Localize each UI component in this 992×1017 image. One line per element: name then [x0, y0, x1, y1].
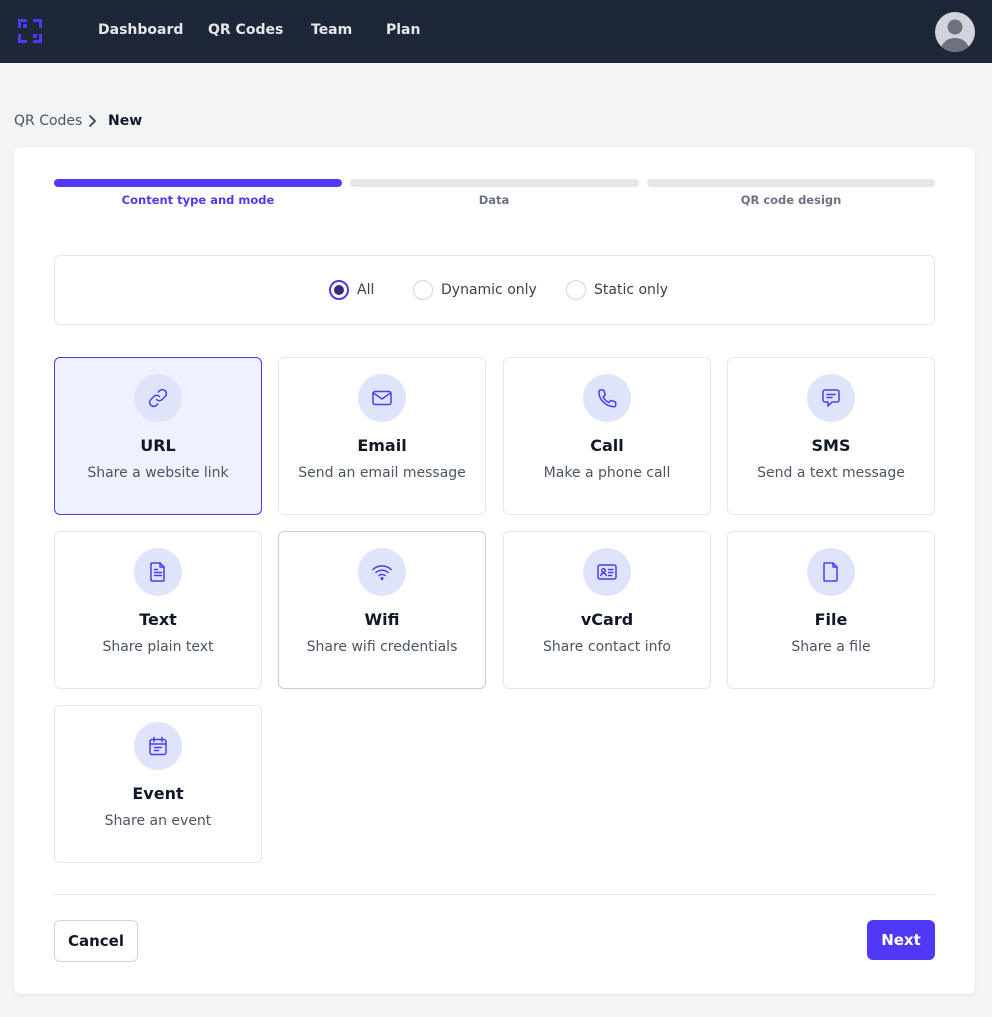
calendar-icon: [134, 722, 182, 770]
breadcrumb-qr-codes-link[interactable]: QR Codes: [14, 113, 82, 129]
content-type-title: File: [814, 610, 848, 629]
step-1-label: Content type and mode: [121, 193, 275, 207]
nav-link-dashboard[interactable]: Dashboard: [98, 22, 183, 38]
step-3-progress-bar: [647, 179, 935, 187]
content-type-event[interactable]: Event Share an event: [54, 705, 262, 863]
radio-all[interactable]: All: [329, 280, 377, 300]
content-type-vcard[interactable]: vCard Share contact info: [503, 531, 711, 689]
footer-divider: [54, 894, 935, 895]
content-type-title: SMS: [811, 436, 851, 455]
content-type-title: URL: [140, 436, 176, 455]
content-type-title: vCard: [580, 610, 634, 629]
envelope-icon: [358, 374, 406, 422]
content-type-call[interactable]: Call Make a phone call: [503, 357, 711, 515]
content-type-email[interactable]: Email Send an email message: [278, 357, 486, 515]
content-type-title: Call: [590, 436, 624, 455]
document-text-icon: [134, 548, 182, 596]
step-2-progress-bar: [350, 179, 639, 187]
content-type-title: Email: [357, 436, 407, 455]
breadcrumb-current: New: [108, 113, 143, 129]
content-type-text[interactable]: Text Share plain text: [54, 531, 262, 689]
content-type-description: Share a website link: [87, 465, 229, 481]
link-icon: [134, 374, 182, 422]
content-type-description: Make a phone call: [543, 465, 671, 481]
nav-link-qr-codes[interactable]: QR Codes: [208, 22, 283, 38]
content-type-url[interactable]: URL Share a website link: [54, 357, 262, 515]
file-icon: [807, 548, 855, 596]
radio-dynamic-only[interactable]: Dynamic only: [413, 280, 537, 300]
radio-static-only-label: Static only: [594, 282, 669, 298]
qr-scan-logo-icon[interactable]: [18, 19, 42, 43]
step-2-label: Data: [478, 193, 510, 207]
content-type-description: Share contact info: [543, 639, 671, 655]
radio-static-only-indicator[interactable]: [566, 280, 586, 300]
step-3-label: QR code design: [740, 193, 842, 207]
content-type-wifi[interactable]: Wifi Share wifi credentials: [278, 531, 486, 689]
content-type-file[interactable]: File Share a file: [727, 531, 935, 689]
radio-static-only[interactable]: Static only: [566, 280, 668, 300]
phone-icon: [583, 374, 631, 422]
content-type-description: Share an event: [104, 813, 212, 829]
content-type-description: Share wifi credentials: [306, 639, 458, 655]
chat-bubble-icon: [807, 374, 855, 422]
radio-all-indicator[interactable]: [329, 280, 349, 300]
radio-all-label: All: [357, 282, 375, 298]
next-button[interactable]: Next: [867, 920, 935, 960]
wifi-icon: [358, 548, 406, 596]
step-1-progress-bar: [54, 179, 342, 187]
content-type-title: Event: [132, 784, 184, 803]
top-navbar: Dashboard QR Codes Team Plan: [0, 0, 992, 63]
cancel-button[interactable]: Cancel: [54, 920, 138, 962]
user-avatar-icon[interactable]: [935, 12, 975, 52]
contact-card-icon: [583, 548, 631, 596]
content-type-description: Share a file: [791, 639, 871, 655]
content-type-title: Text: [139, 610, 177, 629]
content-type-sms[interactable]: SMS Send a text message: [727, 357, 935, 515]
content-type-description: Share plain text: [102, 639, 214, 655]
nav-link-plan[interactable]: Plan: [386, 22, 420, 38]
mode-filter: All Dynamic only Static only: [54, 255, 935, 325]
radio-dynamic-only-indicator[interactable]: [413, 280, 433, 300]
content-type-title: Wifi: [364, 610, 400, 629]
new-qr-code-card: Content type and mode Data QR code desig…: [14, 147, 975, 994]
content-type-description: Send a text message: [757, 465, 905, 481]
chevron-right-icon: [86, 112, 100, 130]
nav-link-team[interactable]: Team: [311, 22, 352, 38]
content-type-description: Send an email message: [298, 465, 466, 481]
radio-dynamic-only-label: Dynamic only: [441, 282, 537, 298]
